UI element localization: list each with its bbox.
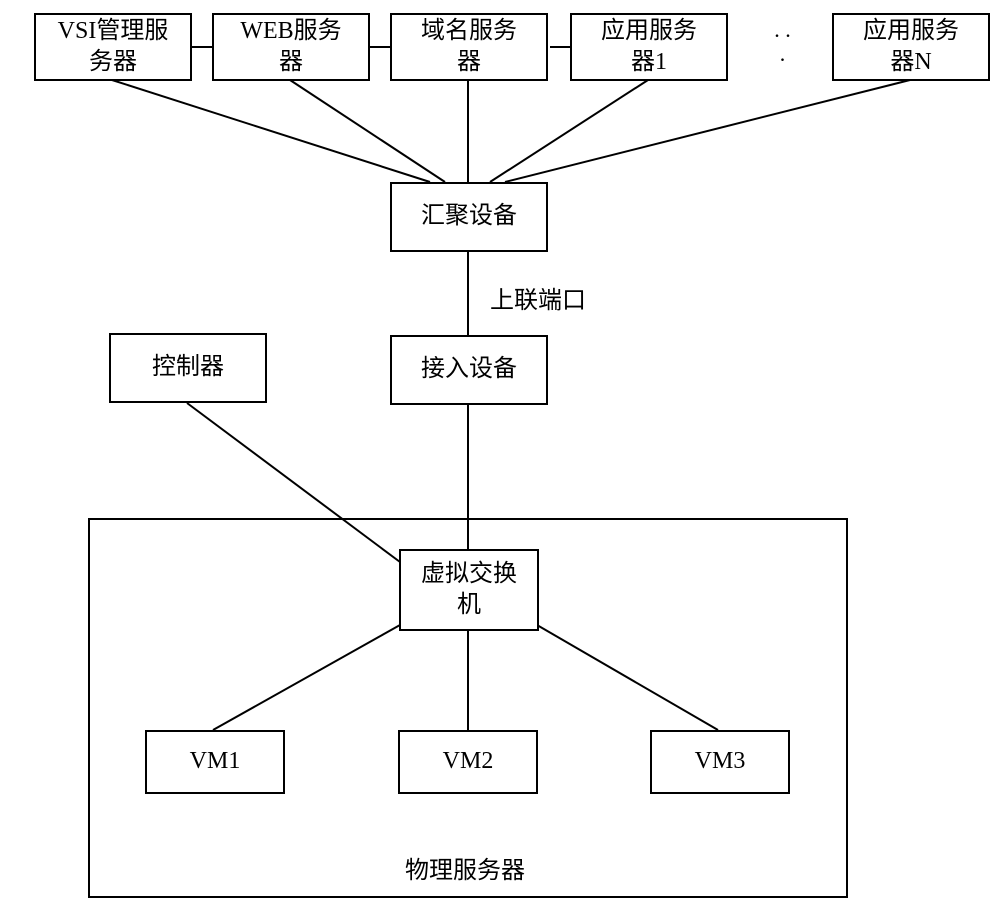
web-server: WEB服务 器 (212, 13, 370, 81)
vsi-management-server: VSI管理服 务器 (34, 13, 192, 81)
ellipsis: . . . (735, 18, 830, 66)
controller: 控制器 (109, 333, 267, 403)
app-server-1: 应用服务 器1 (570, 13, 728, 81)
vm2: VM2 (398, 730, 538, 794)
app-server-n: 应用服务 器N (832, 13, 990, 81)
access-device: 接入设备 (390, 335, 548, 405)
vm1: VM1 (145, 730, 285, 794)
dns-server: 域名服务 器 (390, 13, 548, 81)
aggregation-device: 汇聚设备 (390, 182, 548, 252)
physical-server-label: 物理服务器 (405, 850, 525, 885)
uplink-port-label: 上联端口 (490, 280, 586, 315)
vm3: VM3 (650, 730, 790, 794)
virtual-switch: 虚拟交换 机 (399, 549, 539, 631)
